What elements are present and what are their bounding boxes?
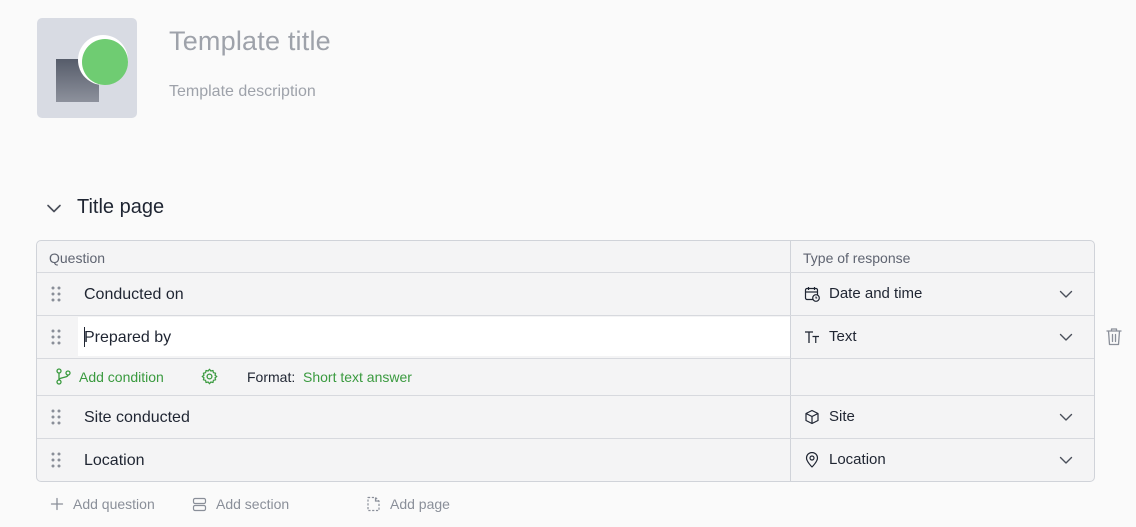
response-type-label: Site xyxy=(829,408,855,425)
add-condition-button[interactable]: Add condition xyxy=(56,368,164,385)
section-icon xyxy=(192,497,207,511)
question-text[interactable]: Location xyxy=(84,452,145,470)
response-type-label: Text xyxy=(829,328,857,345)
branch-icon xyxy=(56,368,71,385)
add-section-label: Add section xyxy=(216,496,290,512)
question-text-input[interactable]: Prepared by xyxy=(84,329,171,347)
text-type-icon xyxy=(805,330,819,343)
response-type-label: Location xyxy=(829,451,886,468)
text-caret xyxy=(84,327,85,347)
section-header: Title page xyxy=(45,196,164,219)
add-page-label: Add page xyxy=(390,496,450,512)
table-row[interactable]: Conducted on Date and time xyxy=(37,273,1094,316)
chevron-down-icon[interactable] xyxy=(1058,452,1074,468)
add-page-button[interactable]: Add page xyxy=(366,496,450,512)
drag-handle-icon[interactable] xyxy=(51,409,61,425)
question-options-row: Add condition Format: Short text answer xyxy=(37,359,1094,396)
add-page-icon xyxy=(367,496,380,512)
cube-icon xyxy=(805,409,819,424)
drag-handle-icon[interactable] xyxy=(51,286,61,302)
table-row-editing[interactable]: Prepared by Text xyxy=(37,316,1094,359)
thumb-circle-shape xyxy=(82,39,128,85)
format-label: Format: xyxy=(247,369,296,385)
format-value-link[interactable]: Short text answer xyxy=(303,369,412,385)
chevron-down-icon[interactable] xyxy=(45,199,63,217)
section-title[interactable]: Title page xyxy=(77,196,164,219)
response-type-select[interactable]: Date and time xyxy=(804,285,922,302)
question-text-field[interactable] xyxy=(78,317,790,356)
template-title-input[interactable]: Template title xyxy=(169,26,331,57)
add-question-label: Add question xyxy=(73,496,155,512)
calendar-clock-icon xyxy=(804,286,820,302)
response-type-select[interactable]: Site xyxy=(804,408,855,425)
chevron-down-icon[interactable] xyxy=(1058,286,1074,302)
response-type-label: Date and time xyxy=(829,285,923,302)
table-row[interactable]: Site conducted Site xyxy=(37,396,1094,439)
trash-icon[interactable] xyxy=(1105,327,1123,346)
table-header-row: Question Type of response xyxy=(37,241,1094,273)
response-type-select[interactable]: Location xyxy=(804,451,886,468)
table-row[interactable]: Location Location xyxy=(37,439,1094,481)
chevron-down-icon[interactable] xyxy=(1058,409,1074,425)
drag-handle-icon[interactable] xyxy=(51,452,61,468)
question-text[interactable]: Site conducted xyxy=(84,409,190,427)
add-section-button[interactable]: Add section xyxy=(192,496,289,512)
add-condition-label: Add condition xyxy=(79,368,164,385)
column-header-response-type: Type of response xyxy=(803,250,911,266)
map-pin-icon xyxy=(805,451,819,468)
column-header-question: Question xyxy=(49,250,106,266)
questions-table: Question Type of response Conducted on D… xyxy=(36,240,1095,482)
drag-handle-icon[interactable] xyxy=(51,329,61,345)
gear-icon[interactable] xyxy=(201,368,218,385)
chevron-down-icon[interactable] xyxy=(1058,329,1074,345)
add-question-button[interactable]: Add question xyxy=(50,496,155,512)
question-text[interactable]: Conducted on xyxy=(84,286,184,304)
template-image[interactable] xyxy=(37,18,137,118)
template-description-input[interactable]: Template description xyxy=(169,83,316,101)
response-type-select[interactable]: Text xyxy=(804,328,857,345)
plus-icon xyxy=(50,497,64,511)
